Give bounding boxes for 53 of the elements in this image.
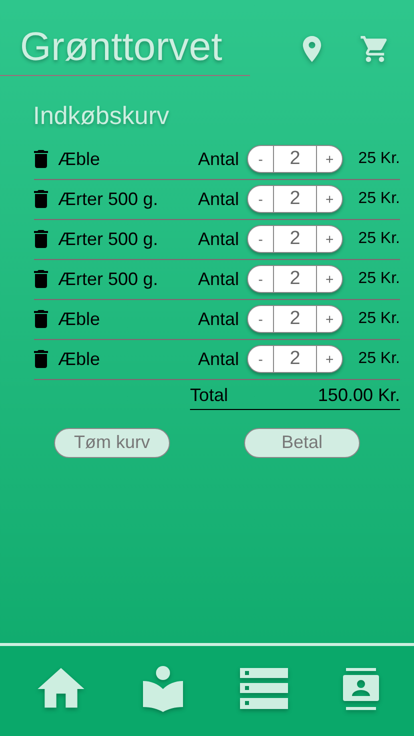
- quantity-label: Antal: [198, 188, 240, 210]
- quantity-value[interactable]: 2: [274, 186, 316, 212]
- total-label: Total: [190, 384, 228, 406]
- quantity-value[interactable]: 2: [274, 306, 316, 332]
- location-pin-icon[interactable]: [302, 36, 322, 62]
- section-title: Indkøbskurv: [33, 101, 170, 132]
- trash-icon[interactable]: [34, 310, 48, 328]
- increment-button[interactable]: +: [316, 186, 342, 212]
- product-name: Æble: [58, 148, 102, 170]
- quantity-label: Antal: [198, 148, 240, 170]
- pay-button[interactable]: Betal: [244, 428, 360, 458]
- quantity-value[interactable]: 2: [274, 346, 316, 372]
- increment-button[interactable]: +: [316, 266, 342, 292]
- product-name: Ærter 500 g.: [58, 268, 160, 291]
- total-amount: 150.00 Kr.: [318, 384, 400, 406]
- product-name: Æble: [58, 308, 102, 330]
- quantity-label: Antal: [198, 268, 240, 290]
- home-icon[interactable]: [36, 668, 86, 710]
- quantity-value[interactable]: 2: [274, 266, 316, 292]
- contact-card-icon[interactable]: [342, 668, 378, 710]
- item-price: 25 Kr.: [358, 269, 400, 289]
- app-title: Grønttorvet: [20, 24, 224, 70]
- quantity-label: Antal: [198, 308, 240, 330]
- decrement-button[interactable]: -: [248, 346, 274, 372]
- increment-button[interactable]: +: [316, 146, 342, 172]
- quantity-value[interactable]: 2: [274, 146, 316, 172]
- product-name: Ærter 500 g.: [58, 188, 160, 211]
- trash-icon[interactable]: [34, 230, 48, 248]
- product-name: Ærter 500 g.: [58, 228, 160, 251]
- trash-icon[interactable]: [34, 150, 48, 168]
- item-price: 25 Kr.: [358, 229, 400, 249]
- decrement-button[interactable]: -: [248, 226, 274, 252]
- reading-icon[interactable]: [140, 666, 184, 712]
- decrement-button[interactable]: -: [248, 306, 274, 332]
- increment-button[interactable]: +: [316, 346, 342, 372]
- quantity-label: Antal: [198, 228, 240, 250]
- trash-icon[interactable]: [34, 190, 48, 208]
- trash-icon[interactable]: [34, 350, 48, 368]
- item-price: 25 Kr.: [358, 189, 400, 209]
- decrement-button[interactable]: -: [248, 186, 274, 212]
- empty-basket-button[interactable]: Tøm kurv: [54, 428, 170, 458]
- product-name: Æble: [58, 348, 102, 370]
- item-price: 25 Kr.: [358, 309, 400, 329]
- decrement-button[interactable]: -: [248, 146, 274, 172]
- quantity-value[interactable]: 2: [274, 226, 316, 252]
- quantity-label: Antal: [198, 348, 240, 370]
- item-price: 25 Kr.: [358, 149, 400, 169]
- list-icon[interactable]: [240, 668, 288, 710]
- trash-icon[interactable]: [34, 270, 48, 288]
- decrement-button[interactable]: -: [248, 266, 274, 292]
- item-price: 25 Kr.: [358, 349, 400, 369]
- increment-button[interactable]: +: [316, 306, 342, 332]
- increment-button[interactable]: +: [316, 226, 342, 252]
